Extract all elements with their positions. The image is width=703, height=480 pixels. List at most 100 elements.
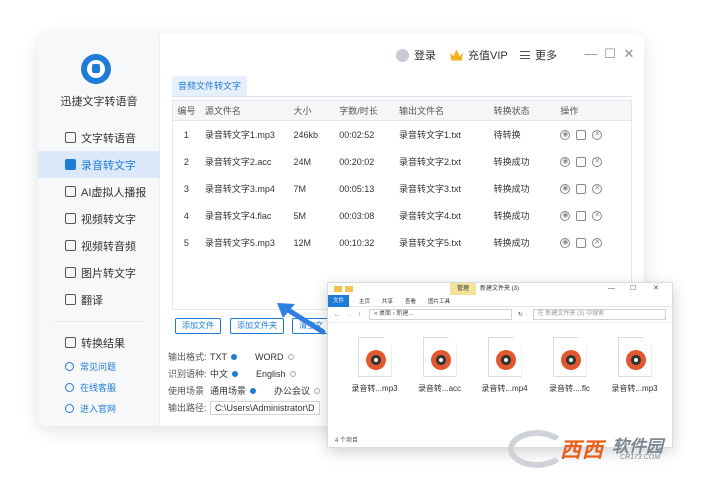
col-header-index: 编号 bbox=[177, 106, 196, 116]
file-explorer-window: 管理 新建文件夹 (3) — ☐ ✕ 文件 主页 共享 查看 图片工具 ← → … bbox=[327, 282, 673, 448]
cell-output: 录音转文字5.txt bbox=[399, 238, 462, 248]
refresh-icon[interactable]: ↻ bbox=[518, 311, 523, 318]
folder-quick-icon bbox=[334, 286, 342, 292]
scene-row: 使用场景 通用场景 办公会议 bbox=[168, 382, 338, 399]
site-watermark: 西西 软件园 CR173.COM bbox=[508, 430, 684, 468]
cell-index: 3 bbox=[183, 183, 189, 194]
folder-icon[interactable] bbox=[576, 183, 587, 194]
format-txt-radio[interactable] bbox=[231, 353, 237, 360]
watermark-main-text: 西西 bbox=[560, 439, 604, 462]
file-item[interactable]: 录音转...mp4 bbox=[472, 337, 537, 394]
explorer-maximize-icon[interactable]: ☐ bbox=[630, 283, 636, 295]
preview-icon[interactable]: ◉ bbox=[560, 183, 571, 194]
cell-status: 转换成功 bbox=[493, 238, 530, 248]
sidebar: 迅捷文字转语音 文字转语音 录音转文字 AI虚拟人播报 视频转文字 视频转音频 … bbox=[38, 34, 160, 426]
tab-underline bbox=[172, 96, 632, 97]
headset-icon bbox=[65, 383, 74, 392]
format-word-label: WORD bbox=[255, 351, 284, 362]
sidebar-item-image-to-text[interactable]: 图片转文字 bbox=[38, 259, 160, 286]
cell-size: 24M bbox=[293, 156, 311, 167]
ribbon-file-tab[interactable]: 文件 bbox=[328, 294, 350, 307]
file-item[interactable]: 录音转....flc bbox=[537, 337, 602, 394]
cell-size: 246kb bbox=[293, 129, 319, 140]
preview-icon[interactable]: ◉ bbox=[560, 156, 571, 167]
ribbon-tools-tab[interactable]: 图片工具 bbox=[428, 297, 450, 305]
preview-icon[interactable]: ◉ bbox=[560, 129, 571, 140]
scene-general-radio[interactable] bbox=[250, 387, 257, 394]
sidebar-item-results[interactable]: 转换结果 bbox=[38, 330, 160, 355]
up-arrow-icon[interactable]: ↑ bbox=[358, 312, 361, 318]
manage-tab[interactable]: 管理 bbox=[450, 283, 476, 295]
video-to-audio-icon bbox=[65, 240, 76, 251]
watermark-domain: CR173.COM bbox=[620, 454, 661, 461]
vip-button[interactable]: 充值VIP bbox=[450, 47, 508, 63]
cell-source: 录音转文字2.acc bbox=[204, 157, 272, 167]
explorer-minimize-icon[interactable]: — bbox=[608, 283, 615, 295]
ribbon-home-tab[interactable]: 主页 bbox=[359, 297, 370, 305]
file-item[interactable]: 录音转...mp3 bbox=[602, 337, 667, 394]
sidebar-item-text-to-speech[interactable]: 文字转语音 bbox=[38, 124, 160, 151]
lang-chinese-radio[interactable] bbox=[232, 370, 239, 377]
delete-icon[interactable]: ✕ bbox=[592, 210, 603, 221]
explorer-search-field[interactable]: 在 新建文件夹 (3) 中搜索 bbox=[532, 309, 666, 320]
file-item[interactable]: 录音转...acc bbox=[407, 337, 472, 394]
ribbon-share-tab[interactable]: 共享 bbox=[382, 297, 393, 305]
format-word-radio[interactable] bbox=[287, 353, 294, 360]
cell-source: 录音转文字4.flac bbox=[204, 211, 272, 221]
output-path-field[interactable]: C:\Users\Administrator\D bbox=[210, 400, 320, 415]
explorer-path-field[interactable]: « 桌面 › 新建... bbox=[369, 309, 512, 320]
folder-icon[interactable] bbox=[576, 237, 587, 248]
online-service-link[interactable]: 在线客服 bbox=[65, 377, 116, 398]
website-link[interactable]: 进入官网 bbox=[65, 398, 116, 419]
table-row[interactable]: 3 录音转文字3.mp4 7M 00:05:13 录音转文字3.txt 转换成功… bbox=[173, 175, 631, 202]
scene-meeting-label: 办公会议 bbox=[274, 386, 311, 396]
preview-icon[interactable]: ◉ bbox=[560, 237, 571, 248]
video-to-text-icon bbox=[65, 213, 76, 224]
close-icon[interactable]: ✕ bbox=[622, 46, 636, 62]
lang-chinese-label: 中文 bbox=[210, 369, 229, 379]
table-row[interactable]: 1 录音转文字1.mp3 246kb 00:02:52 录音转文字1.txt 待… bbox=[173, 121, 631, 148]
folder-icon[interactable] bbox=[576, 156, 587, 167]
path-label: 输出路径: bbox=[168, 403, 207, 413]
sidebar-item-video-to-audio[interactable]: 视频转音频 bbox=[38, 232, 160, 259]
format-txt-label: TXT bbox=[210, 351, 227, 362]
tab-audio-to-text[interactable]: 音频文件转文字 bbox=[172, 76, 248, 96]
maximize-icon[interactable]: ☐ bbox=[603, 46, 617, 62]
ribbon-view-tab[interactable]: 查看 bbox=[405, 297, 416, 305]
sidebar-item-recording-to-text[interactable]: 录音转文字 bbox=[38, 151, 160, 178]
sidebar-item-ai-avatar[interactable]: AI虚拟人播报 bbox=[38, 178, 160, 205]
cell-size: 7M bbox=[293, 183, 306, 194]
language-label: 识别语种: bbox=[168, 369, 207, 379]
table-row[interactable]: 5 录音转文字5.mp3 12M 00:10:32 录音转文字5.txt 转换成… bbox=[173, 229, 631, 256]
delete-icon[interactable]: ✕ bbox=[592, 183, 603, 194]
folder-icon[interactable] bbox=[576, 129, 587, 140]
cell-actions: ◉ ✕ bbox=[558, 129, 631, 140]
table-row[interactable]: 4 录音转文字4.flac 5M 00:03:08 录音转文字4.txt 转换成… bbox=[173, 202, 631, 229]
cell-actions: ◉ ✕ bbox=[558, 237, 631, 248]
sidebar-item-video-to-text[interactable]: 视频转文字 bbox=[38, 205, 160, 232]
folder-icon[interactable] bbox=[576, 210, 587, 221]
scene-meeting-radio[interactable] bbox=[314, 387, 321, 394]
back-arrow-icon[interactable]: ← bbox=[334, 312, 340, 318]
cell-status: 转换成功 bbox=[493, 184, 530, 194]
sidebar-item-translate[interactable]: 翻译 bbox=[38, 286, 160, 313]
more-menu-button[interactable]: 更多 bbox=[520, 47, 557, 63]
lang-english-radio[interactable] bbox=[289, 370, 296, 377]
minimize-icon[interactable]: — bbox=[584, 46, 598, 61]
faq-link[interactable]: 常见问题 bbox=[65, 356, 116, 377]
table-header: 编号 源文件名 大小 字数/时长 输出文件名 转换状态 操作 bbox=[173, 101, 631, 121]
add-file-button[interactable]: 添加文件 bbox=[175, 318, 221, 334]
login-button[interactable]: 登录 bbox=[396, 47, 436, 63]
delete-icon[interactable]: ✕ bbox=[592, 156, 603, 167]
delete-icon[interactable]: ✕ bbox=[592, 129, 603, 140]
explorer-close-icon[interactable]: ✕ bbox=[653, 283, 659, 295]
audio-file-icon bbox=[617, 337, 652, 377]
delete-icon[interactable]: ✕ bbox=[592, 237, 603, 248]
forward-arrow-icon[interactable]: → bbox=[346, 312, 352, 318]
crown-icon bbox=[450, 49, 463, 61]
image-to-text-icon bbox=[65, 267, 76, 278]
table-row[interactable]: 2 录音转文字2.acc 24M 00:20:02 录音转文字2.txt 转换成… bbox=[173, 148, 631, 175]
file-item[interactable]: 录音转...mp3 bbox=[342, 337, 407, 394]
format-label: 输出格式: bbox=[168, 352, 207, 362]
preview-icon[interactable]: ◉ bbox=[560, 210, 571, 221]
